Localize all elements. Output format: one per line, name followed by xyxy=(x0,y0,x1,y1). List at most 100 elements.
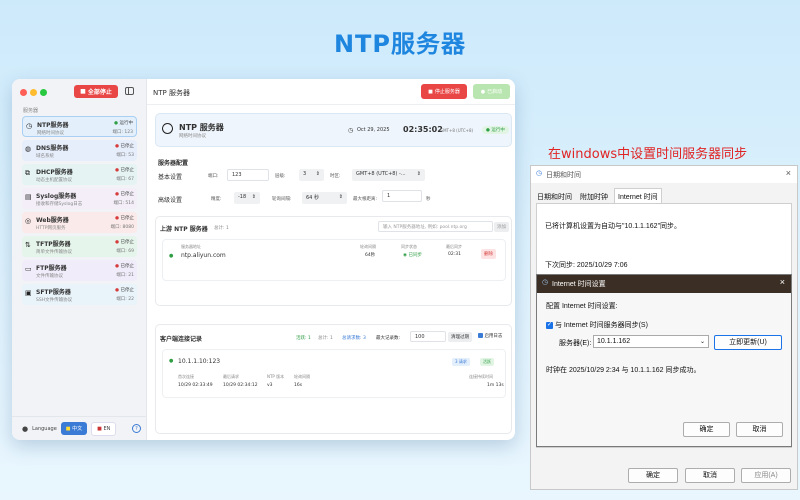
checkbox-checked-icon: ✓ xyxy=(546,321,553,329)
globe-icon: ◍ xyxy=(25,145,32,153)
port-input[interactable]: 123 xyxy=(227,169,269,181)
stratum-stepper[interactable]: 3 ⇕ xyxy=(299,169,324,181)
ok-button[interactable]: 确定 xyxy=(683,422,730,437)
internet-time-title: Internet 时间设置 xyxy=(552,281,606,288)
language-label: Language xyxy=(32,425,57,432)
sidebar-item-service[interactable]: ◍ DNS服务器 域名系统 ● 已停止 端口: 53 xyxy=(22,140,137,161)
stop-all-button[interactable]: ■ 全部停止 xyxy=(74,85,118,98)
poll-interval-select[interactable]: 64 秒 ⇕ xyxy=(302,192,347,204)
app-window: ■ 全部停止 服务器 ◷ NTP服务器 网络时间协议 ● 运行中 端口: 123 ◍ DNS服… xyxy=(12,79,515,440)
stop-server-button[interactable]: ■ 停止服务器 xyxy=(421,84,467,99)
enable-log-checkbox[interactable]: 启用日志 xyxy=(478,333,502,339)
upstream-card: 上游 NTP 服务器 总计: 1 输入 NTP服务器地址, 例如: pool.n… xyxy=(155,216,512,306)
max-root-distance-input[interactable]: 1 xyxy=(382,190,422,202)
clock-icon xyxy=(162,123,173,134)
first-connect-value: 10/29 02:33:49 xyxy=(178,383,213,388)
service-port: 端口: 21 xyxy=(116,273,134,278)
service-port: 端口: 53 xyxy=(116,153,134,158)
max-records-input[interactable]: 100 xyxy=(410,331,446,342)
add-server-button[interactable]: 添加 xyxy=(494,222,509,232)
zoom-traffic-light[interactable] xyxy=(40,89,47,96)
service-port: 端口: 67 xyxy=(116,177,134,182)
timezone-select[interactable]: GMT+8 (UTC+8) -... ⇕ xyxy=(352,169,425,181)
tab-internet-time[interactable]: Internet 时间 xyxy=(614,188,662,204)
sidebar-item-service[interactable]: ◷ NTP服务器 网络时间协议 ● 运行中 端口: 123 xyxy=(22,116,137,137)
sidebar-heading: 服务器 xyxy=(23,108,39,114)
main-title: NTP 服务器 xyxy=(153,89,190,97)
started-button[interactable]: ● 已启动 xyxy=(473,84,510,99)
service-port: 端口: 22 xyxy=(116,297,134,302)
checkbox-checked-icon xyxy=(478,333,483,338)
precision-label: 精度: xyxy=(211,197,222,202)
sync-status-label: 同步状态 xyxy=(401,244,417,249)
server-address-label: 服务器地址 xyxy=(181,244,201,249)
china-flag-icon: ■ xyxy=(65,426,71,432)
close-icon[interactable]: × xyxy=(786,168,791,178)
sync-status-value: ◉ 已同步 xyxy=(403,253,423,258)
client-card: 客户端连接记录 活跃: 1 总计: 1 总请求数: 3 最大记录数: 100 清… xyxy=(155,324,512,434)
client-poll-value: 16s xyxy=(294,383,303,388)
sidebar-item-service[interactable]: ▭ FTP服务器 文件传输协议 ● 已停止 端口: 21 xyxy=(22,260,137,281)
apply-button[interactable]: 应用(A) xyxy=(741,468,791,483)
basic-settings-label: 基本设置 xyxy=(158,174,183,181)
client-request-count: 总请求数: 3 xyxy=(342,336,366,341)
close-icon[interactable]: × xyxy=(780,277,785,287)
clock-icon: ◷ xyxy=(542,279,549,286)
header-title: NTP 服务器 xyxy=(179,123,224,132)
web-icon: ◎ xyxy=(25,217,32,225)
stop-icon: ■ xyxy=(80,88,86,95)
service-status: ● 已停止 xyxy=(115,216,134,221)
status-dot-icon: ● xyxy=(114,121,119,126)
language-zh-button[interactable]: ■ 中文 xyxy=(60,422,88,435)
language-bar: ● Language ■ 中文 ■ EN ? xyxy=(12,416,147,440)
language-en-button[interactable]: ■ EN xyxy=(91,421,117,436)
clock-icon: ◷ xyxy=(26,122,33,130)
header-subtitle: 网络时间协议 xyxy=(179,134,206,139)
clock-small-icon: ◷ xyxy=(348,127,354,134)
client-title: 客户端连接记录 xyxy=(160,336,203,343)
server-combobox[interactable]: 10.1.1.162 ⌄ xyxy=(593,335,709,348)
sync-result-text: 时钟在 2025/10/29 2:34 与 10.1.1.162 同步成功。 xyxy=(546,367,701,374)
ok-button[interactable]: 确定 xyxy=(628,468,678,483)
status-dot-icon: ● xyxy=(169,253,174,259)
advanced-settings-label: 高级设置 xyxy=(158,197,183,204)
sidebar-item-service[interactable]: ◎ Web服务器 HTTP网页服务 ● 已停止 端口: 8080 xyxy=(22,212,137,233)
chevron-down-icon: ⌄ xyxy=(699,339,705,345)
sidebar-item-service[interactable]: ▣ SFTP服务器 SSH文件传输协议 ● 已停止 端口: 22 xyxy=(22,284,137,305)
service-port: 端口: 514 xyxy=(113,201,134,206)
globe-icon: ● xyxy=(22,424,29,433)
cancel-button[interactable]: 取消 xyxy=(736,422,783,437)
upstream-server-input[interactable]: 输入 NTP服务器地址, 例如: pool.ntp.org xyxy=(378,221,493,232)
client-active-count: 活跃: 1 xyxy=(296,336,311,341)
update-now-button[interactable]: 立即更新(U) xyxy=(714,335,782,350)
precision-stepper[interactable]: -18 ⇕ xyxy=(234,192,260,204)
us-flag-icon: ■ xyxy=(97,425,102,432)
tab-datetime[interactable]: 日期和时间 xyxy=(537,192,572,202)
close-traffic-light[interactable] xyxy=(20,89,27,96)
hero-title: NTP服务器 xyxy=(333,30,467,58)
datetime-titlebar: ◷ 日期和时间 × xyxy=(531,166,797,183)
help-icon[interactable]: ? xyxy=(132,424,141,433)
status-header-card: NTP 服务器 网络时间协议 ◷ Oct 29, 2025 02:35:02 G… xyxy=(155,113,512,147)
document-icon: ▤ xyxy=(25,193,32,201)
status-dot-icon: ● xyxy=(115,264,120,269)
delete-server-button[interactable]: 删除 xyxy=(481,249,496,259)
cancel-button[interactable]: 取消 xyxy=(685,468,735,483)
poll-interval-label: 轮询间隔: xyxy=(272,197,292,202)
minimize-traffic-light[interactable] xyxy=(30,89,37,96)
seconds-unit: 秒 xyxy=(426,197,431,202)
sidebar-item-service[interactable]: ⇅ TFTP服务器 简单文件传输协议 ● 已停止 端口: 69 xyxy=(22,236,137,257)
sidebar-item-service[interactable]: ⧉ DHCP服务器 动态主机配置协议 ● 已停止 端口: 67 xyxy=(22,164,137,185)
sync-checkbox[interactable]: ✓ 与 Internet 时间服务器同步(S) xyxy=(546,320,648,330)
toolbar-divider xyxy=(147,104,515,105)
tab-additional-clocks[interactable]: 附加时钟 xyxy=(580,192,608,202)
upstream-server-row: ● 服务器地址 ntp.aliyun.com 轮询间隔 64秒 同步状态 ◉ 已… xyxy=(162,239,506,281)
sidebar: ■ 全部停止 服务器 ◷ NTP服务器 网络时间协议 ● 运行中 端口: 123 ◍ DNS服… xyxy=(12,79,147,440)
check-circle-icon: ● xyxy=(480,88,486,95)
clear-expired-button[interactable]: 清理过期 xyxy=(448,332,472,342)
running-badge: ● 运行中 xyxy=(482,126,509,134)
sidebar-toggle-icon[interactable] xyxy=(125,87,134,95)
service-port: 端口: 123 xyxy=(112,130,133,135)
sidebar-item-service[interactable]: ▤ Syslog服务器 接收和存储Syslog日志 ● 已停止 端口: 514 xyxy=(22,188,137,209)
service-status: ● 已停止 xyxy=(115,168,134,173)
